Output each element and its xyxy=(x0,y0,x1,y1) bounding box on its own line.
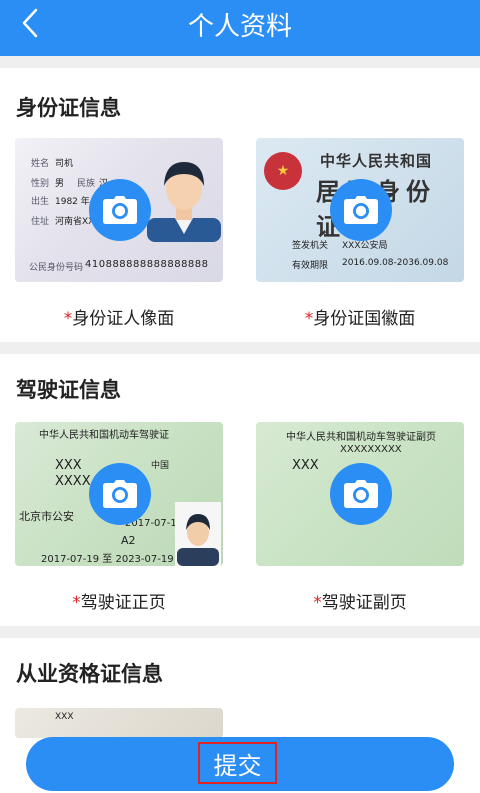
camera-icon xyxy=(103,196,137,224)
sample-name: XXX xyxy=(55,458,82,473)
camera-button[interactable] xyxy=(330,463,392,525)
sample-issuer: 北京市公安 xyxy=(19,510,74,523)
camera-button[interactable] xyxy=(330,179,392,241)
sample-ethnicity-label: 民族 xyxy=(77,179,96,189)
sample-validity: 2016.09.08-2036.09.08 xyxy=(342,258,449,268)
sample-gender-label: 性别 xyxy=(31,179,50,189)
sample-validity-label: 有效期限 xyxy=(292,261,329,271)
sample-address: XXXX xyxy=(55,474,91,489)
camera-icon xyxy=(103,480,137,508)
id-front-caption: *身份证人像面 xyxy=(15,304,223,329)
driver-license-section: 驾驶证信息 中华人民共和国机动车驾驶证 XXX 中国 XXXX 北京市公安 20… xyxy=(0,354,480,626)
sample-heading: 中华人民共和国机动车驾驶证副页 xyxy=(286,432,436,443)
section-title: 驾驶证信息 xyxy=(16,378,121,402)
sample-address-label: 住址 xyxy=(31,217,50,227)
sample-heading: 中华人民共和国 xyxy=(320,152,433,170)
sample-birth: 1982 年 xyxy=(55,197,90,207)
sample-class: A2 xyxy=(121,534,136,547)
sample-number: XXXXXXXXX xyxy=(340,444,402,455)
dl-front-caption: *驾驶证正页 xyxy=(15,588,223,613)
sample-heading: 中华人民共和国机动车驾驶证 xyxy=(39,430,169,441)
sample-nationality: 中国 xyxy=(151,461,170,471)
sample-name: 司机 xyxy=(55,159,74,169)
qualification-upload[interactable]: XXX xyxy=(15,708,223,738)
caption-text: 身份证国徽面 xyxy=(313,309,416,329)
top-bar: 个人资料 xyxy=(0,0,480,56)
caption-text: 驾驶证正页 xyxy=(80,593,166,613)
caption-text: 驾驶证副页 xyxy=(321,593,407,613)
id-card-front-upload[interactable]: 姓名 司机 性别 男 民族 汉 出生 1982 年 住址 河南省XXX 公民身份… xyxy=(15,138,223,282)
sample-range: 2017-07-19 至 2023-07-19 xyxy=(41,554,174,565)
dl-back-caption: *驾驶证副页 xyxy=(256,588,464,613)
id-card-back-upload[interactable]: 中华人民共和国 居民身份证 签发机关 XXX公安局 有效期限 2016.09.0… xyxy=(256,138,464,282)
camera-icon xyxy=(344,196,378,224)
driver-license-back-upload[interactable]: 中华人民共和国机动车驾驶证副页 XXXXXXXXX XXX xyxy=(256,422,464,566)
sample-name: XXX xyxy=(55,712,74,722)
section-title: 身份证信息 xyxy=(16,96,121,120)
submit-label: 提交 xyxy=(198,742,277,784)
id-back-caption: *身份证国徽面 xyxy=(256,304,464,329)
sample-birth-label: 出生 xyxy=(31,197,50,207)
sample-number-label: 公民身份号码 xyxy=(29,263,84,273)
sample-authority-label: 签发机关 xyxy=(292,241,329,251)
sample-number: 410888888888888888 xyxy=(85,259,209,270)
camera-button[interactable] xyxy=(89,463,151,525)
driver-license-front-upload[interactable]: 中华人民共和国机动车驾驶证 XXX 中国 XXXX 北京市公安 2017-07-… xyxy=(15,422,223,566)
national-emblem-icon xyxy=(264,152,302,190)
required-mark: * xyxy=(313,593,322,613)
required-mark: * xyxy=(72,593,81,613)
caption-text: 身份证人像面 xyxy=(72,309,175,329)
portrait-illustration xyxy=(147,162,221,242)
license-photo xyxy=(175,502,221,566)
sample-gender: 男 xyxy=(55,179,65,189)
sample-name-label: 姓名 xyxy=(31,159,50,169)
page-title: 个人资料 xyxy=(187,12,292,42)
camera-button[interactable] xyxy=(89,179,151,241)
required-mark: * xyxy=(63,309,73,329)
camera-icon xyxy=(344,480,378,508)
id-card-section: 身份证信息 姓名 司机 性别 男 民族 汉 出生 1982 年 住址 河南省XX… xyxy=(0,68,480,342)
required-mark: * xyxy=(304,309,314,329)
section-title: 从业资格证信息 xyxy=(16,662,163,686)
sample-name: XXX xyxy=(292,458,319,473)
